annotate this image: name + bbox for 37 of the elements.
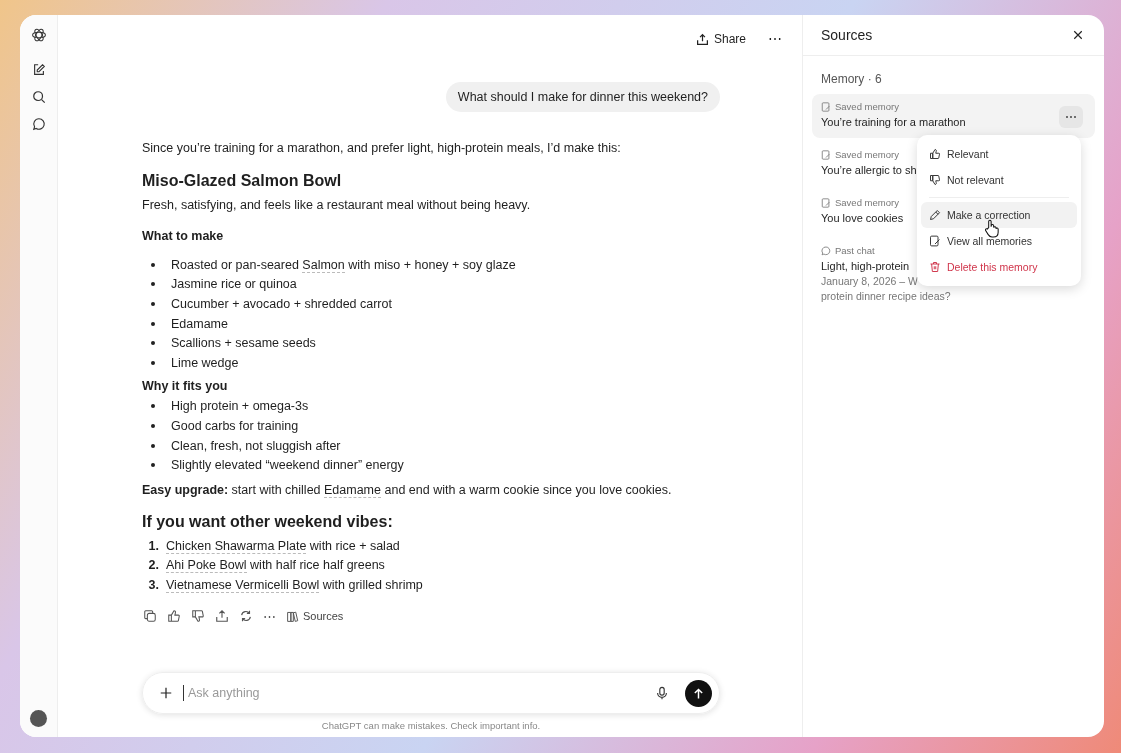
user-message: What should I make for dinner this weekend?	[445, 82, 720, 112]
source-type-label: Saved memory	[835, 101, 899, 112]
list-item: Slightly elevated “weekend dinner” energy	[171, 458, 404, 473]
recipe-title: Miso-Glazed Salmon Bowl	[142, 172, 343, 190]
source-snippet: January 8, 2026 – W	[821, 275, 918, 287]
list-number: 1.	[147, 538, 159, 553]
source-type-label: Past chat	[835, 245, 875, 256]
list-number: 3.	[147, 577, 159, 592]
section-heading: Why it fits you	[142, 378, 229, 393]
list-item: Clean, fresh, not sluggish after	[171, 438, 341, 453]
section-label: Memory · 6	[821, 72, 883, 86]
list-item: Cucumber + avocado + shredded carrot	[171, 297, 392, 311]
answer-paragraph: Easy upgrade: start with chilled Edamame and end with a warm cookie since you love cookies.	[142, 481, 673, 500]
list-item: Roasted or pan-seared Salmon with miso + honey + soy glaze	[171, 257, 516, 272]
list-item: High protein + omega-3s	[171, 399, 309, 414]
answer-paragraph: Fresh, satisfying, and feels like a restaurant meal without being heavy.	[142, 197, 532, 214]
list-item: Good carbs for training	[171, 418, 299, 433]
list-item: Ahi Poke Bowl with half rice half greens	[166, 558, 385, 573]
panel-title: Sources	[821, 27, 873, 43]
list-item: Chicken Shawarma Plate with rice + salad	[166, 538, 400, 553]
list-item: Scallions + sesame seeds	[171, 336, 316, 351]
section-heading: What to make	[142, 229, 225, 243]
list-number: 2.	[147, 558, 159, 573]
source-title: You love cookies	[821, 212, 904, 224]
source-title: Light, high-protein	[821, 260, 910, 272]
source-title: You’re allergic to sh	[821, 164, 917, 176]
source-type-label: Saved memory	[835, 149, 899, 160]
list-item: Edamame	[171, 316, 228, 331]
source-snippet: protein dinner recipe ideas?	[821, 290, 951, 302]
answer-paragraph: Since you’re training for a marathon, and prefer light, high-protein meals, I’d make this:	[142, 140, 622, 157]
source-type-label: Saved memory	[835, 197, 899, 208]
list-item: Jasmine rice or quinoa	[171, 277, 297, 292]
section-heading: If you want other weekend vibes:	[142, 512, 394, 531]
list-item: Vietnamese Vermicelli Bowl with grilled shrimp	[166, 577, 423, 592]
source-title: You’re training for a marathon	[821, 116, 966, 128]
list-item: Lime wedge	[171, 355, 239, 370]
disclaimer-text: ChatGPT can make mistakes. Check important info.	[320, 720, 542, 731]
